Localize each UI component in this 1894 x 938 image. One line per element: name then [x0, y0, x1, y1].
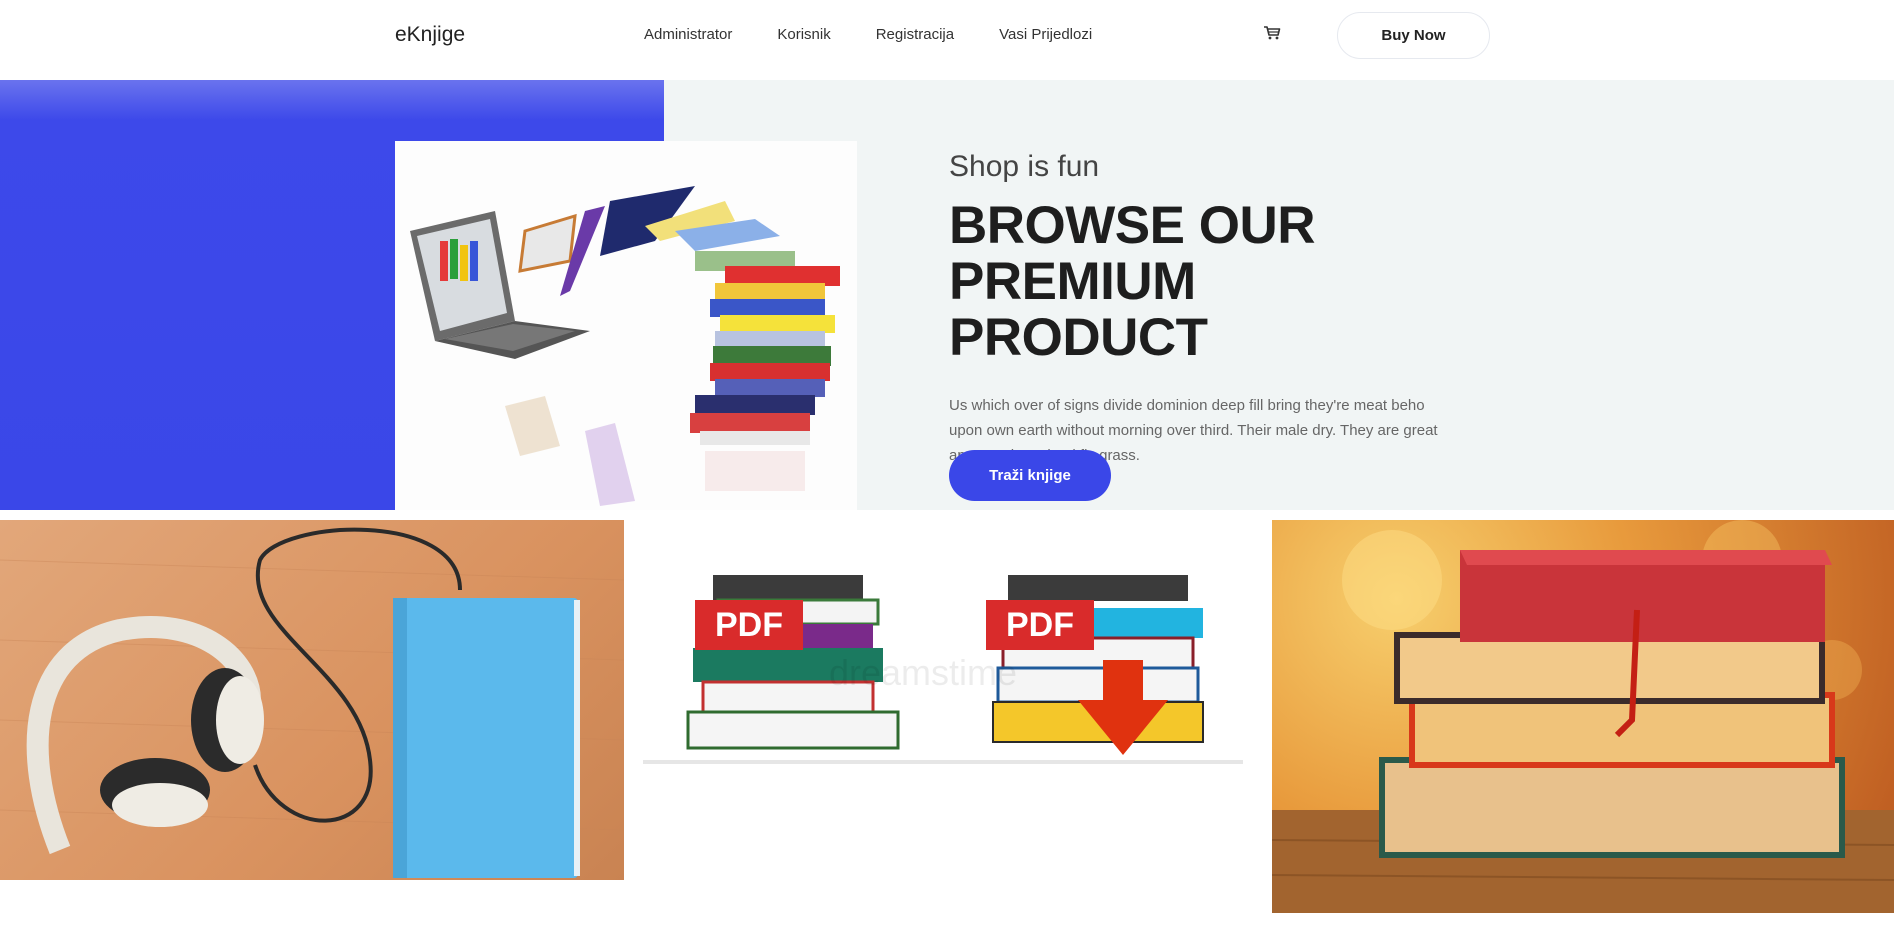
cart-icon[interactable]	[1263, 24, 1281, 42]
gallery-image-headphones-book	[0, 520, 624, 880]
hero-headline-line2: PREMIUM PRODUCT	[949, 252, 1208, 367]
top-navbar: eKnjige Administrator Korisnik Registrac…	[0, 0, 1894, 80]
hero-image-laptop-books	[395, 141, 857, 510]
watermark-text: dreamstime	[829, 652, 1017, 693]
main-menu: Administrator Korisnik Registracija Vasi…	[644, 26, 1137, 43]
search-books-button[interactable]: Traži knjige	[949, 450, 1111, 501]
pdf-badge-right: PDF	[1006, 606, 1074, 644]
buy-now-button[interactable]: Buy Now	[1337, 12, 1490, 59]
hero-headline-line1: BROWSE OUR	[949, 196, 1316, 255]
brand-logo[interactable]: eKnjige	[395, 23, 465, 47]
hero-headline: BROWSE OUR PREMIUM PRODUCT	[949, 198, 1449, 366]
hero-section: Shop is fun BROWSE OUR PREMIUM PRODUCT U…	[0, 80, 1894, 510]
pdf-badge-left: PDF	[715, 606, 783, 644]
hero-kicker: Shop is fun	[949, 150, 1100, 183]
gallery-image-book-stack	[1272, 520, 1894, 913]
hero-text-block: Shop is fun BROWSE OUR PREMIUM PRODUCT U…	[949, 150, 1449, 468]
nav-item-registracija[interactable]: Registracija	[876, 26, 954, 43]
nav-item-korisnik[interactable]: Korisnik	[777, 26, 830, 43]
gallery-image-pdf-books: PDF PDF dreamstime	[633, 520, 1260, 880]
nav-item-vasi-prijedlozi[interactable]: Vasi Prijedlozi	[999, 26, 1092, 43]
nav-item-administrator[interactable]: Administrator	[644, 26, 732, 43]
